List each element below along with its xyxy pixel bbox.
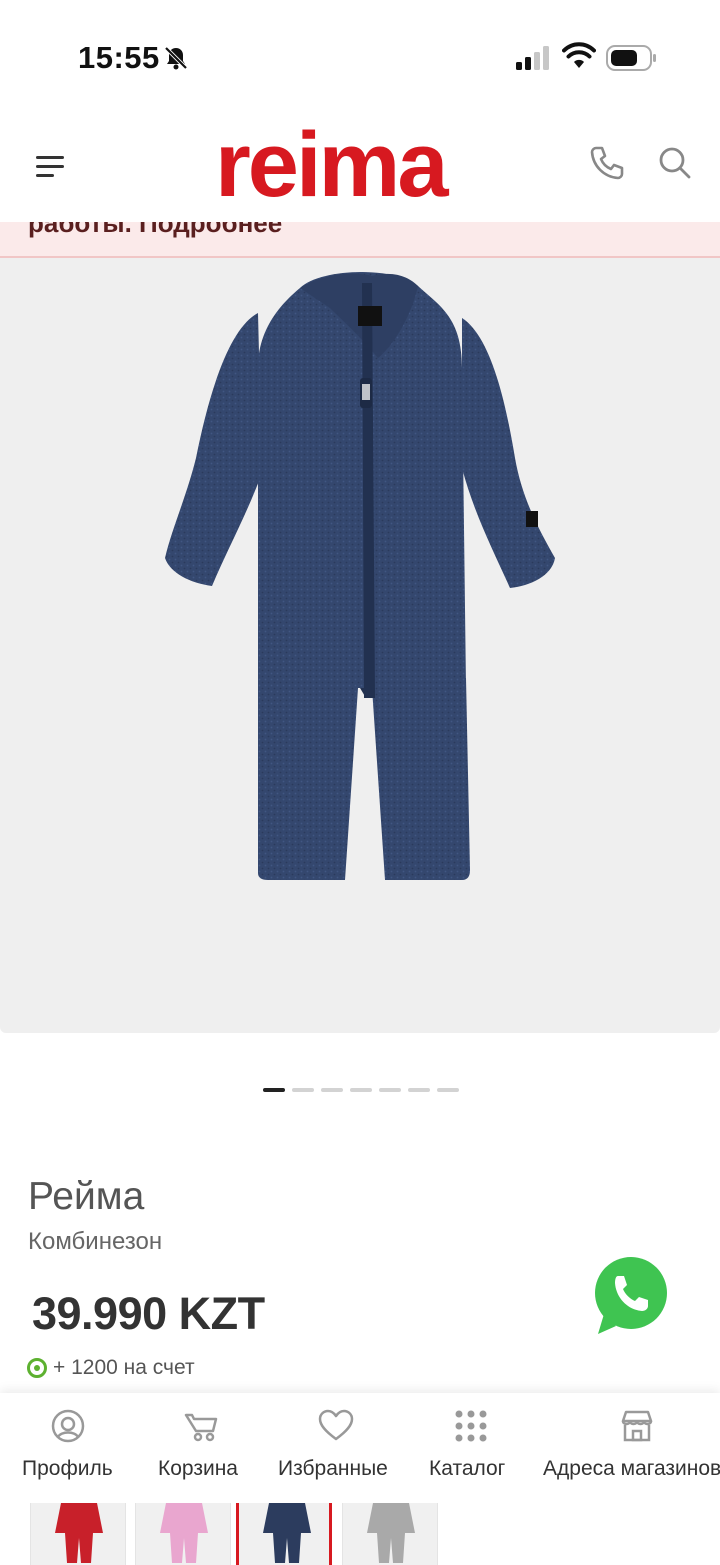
whatsapp-icon[interactable] <box>584 1248 678 1342</box>
carousel-dots <box>263 1088 459 1092</box>
profile-icon <box>51 1409 85 1443</box>
catalog-grid-icon <box>455 1410 487 1442</box>
color-thumb-navy[interactable] <box>236 1503 332 1565</box>
app-header: reima <box>0 110 720 222</box>
nav-cart-label: Корзина <box>158 1457 238 1480</box>
carousel-dot[interactable] <box>350 1088 372 1092</box>
bell-muted-icon <box>164 46 188 70</box>
jumpsuit-image <box>165 271 555 880</box>
bottom-navigation: Профиль Корзина Избранные Каталог Адреса… <box>0 1393 720 1503</box>
color-thumbnails <box>0 1503 720 1565</box>
jumpsuit-thumb <box>55 1503 103 1563</box>
jumpsuit-thumb <box>263 1503 311 1563</box>
nav-stores[interactable]: Адреса магазинов <box>540 1393 720 1503</box>
carousel-dot[interactable] <box>263 1088 285 1092</box>
nav-cart[interactable]: Корзина <box>145 1393 255 1503</box>
status-time: 15:55 <box>78 40 160 75</box>
color-thumb-grey[interactable] <box>342 1503 438 1565</box>
product-type: Комбинезон <box>28 1228 163 1255</box>
cart-icon <box>184 1413 218 1442</box>
heart-icon <box>318 1409 354 1441</box>
carousel-dot[interactable] <box>408 1088 430 1092</box>
carousel-dot[interactable] <box>379 1088 401 1092</box>
wifi-icon <box>562 42 596 68</box>
phone-icon[interactable] <box>586 142 628 184</box>
product-price: 39.990 KZT <box>32 1288 265 1339</box>
hamburger-line <box>36 174 54 177</box>
color-thumb-pink[interactable] <box>135 1503 231 1565</box>
nav-favorites-label: Избранные <box>278 1457 388 1480</box>
bonus-text: + 1200 на счет <box>53 1356 195 1379</box>
menu-button[interactable] <box>30 148 70 184</box>
hamburger-icon <box>36 156 64 159</box>
carousel-dot[interactable] <box>437 1088 459 1092</box>
carousel-dot[interactable] <box>292 1088 314 1092</box>
status-bar: 15:55 <box>0 0 720 110</box>
nav-favorites[interactable]: Избранные <box>270 1393 402 1503</box>
search-icon[interactable] <box>654 142 694 182</box>
nav-catalog-label: Каталог <box>429 1457 506 1480</box>
nav-profile-label: Профиль <box>22 1457 113 1480</box>
battery-icon <box>606 45 656 71</box>
carousel-dot[interactable] <box>321 1088 343 1092</box>
bonus-icon <box>27 1358 47 1378</box>
jumpsuit-thumb <box>160 1503 208 1563</box>
store-icon <box>621 1410 653 1442</box>
nav-stores-label: Адреса магазинов <box>543 1457 720 1480</box>
nav-catalog[interactable]: Каталог <box>420 1393 530 1503</box>
notice-banner[interactable]: работы. Подробнее <box>0 222 720 258</box>
cellular-signal-icon <box>516 46 549 70</box>
nav-profile[interactable]: Профиль <box>0 1393 134 1503</box>
hamburger-line <box>36 165 64 168</box>
product-image[interactable] <box>0 258 720 1033</box>
reima-logo[interactable]: reima <box>215 119 448 211</box>
product-brand: Рейма <box>28 1175 145 1218</box>
notice-text: работы. Подробнее <box>28 222 283 238</box>
color-thumb-red[interactable] <box>30 1503 126 1565</box>
jumpsuit-thumb <box>367 1503 415 1563</box>
